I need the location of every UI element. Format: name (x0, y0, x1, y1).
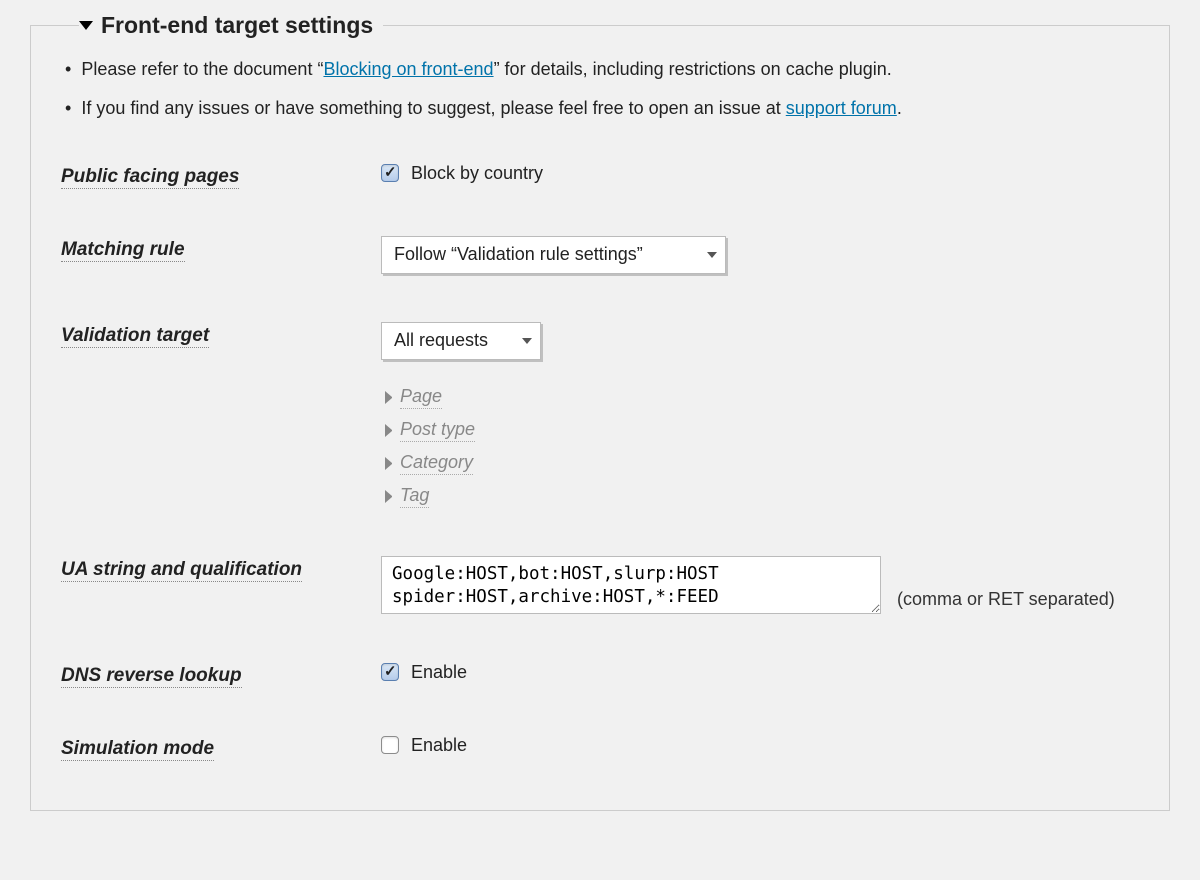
dns-reverse-checkbox-label: Enable (411, 662, 467, 683)
chevron-right-icon (385, 391, 392, 404)
chevron-down-icon (707, 252, 717, 258)
label-text: Simulation mode (61, 738, 214, 761)
support-forum-link[interactable]: support forum (786, 98, 897, 118)
ua-string-textarea-row: (comma or RET separated) (381, 556, 1139, 614)
note-prefix-text: If you find any issues or have something… (81, 98, 785, 118)
panel-title: Front-end target settings (101, 12, 373, 39)
ua-string-textarea[interactable] (381, 556, 881, 614)
panel-body: • Please refer to the document “Blocking… (31, 43, 1169, 810)
chevron-right-icon (385, 457, 392, 470)
blocking-front-end-link[interactable]: Blocking on front-end (323, 59, 493, 79)
validation-target-control: All requests Page Post type Category (381, 322, 1139, 508)
expand-tag[interactable]: Tag (385, 485, 1139, 508)
bullet-icon: • (65, 94, 71, 123)
simulation-checkbox-label: Enable (411, 735, 467, 756)
ua-string-label: UA string and qualification (61, 556, 381, 581)
dns-reverse-row: DNS reverse lookup Enable (61, 662, 1139, 687)
label-text: UA string and qualification (61, 559, 302, 582)
simulation-checkbox[interactable] (381, 736, 399, 754)
dns-reverse-checkbox-wrap: Enable (381, 662, 1139, 683)
matching-rule-control: Follow “Validation rule settings” (381, 236, 1139, 274)
label-text: DNS reverse lookup (61, 665, 242, 688)
bullet-icon: • (65, 55, 71, 84)
note-suffix-text: ” for details, including restrictions on… (494, 59, 892, 79)
validation-target-row: Validation target All requests Page Post… (61, 322, 1139, 508)
panel-header[interactable]: Front-end target settings (79, 12, 383, 39)
block-by-country-checkbox[interactable] (381, 164, 399, 182)
public-facing-control: Block by country (381, 163, 1139, 184)
note-text: Please refer to the document “Blocking o… (81, 55, 891, 84)
dns-reverse-label: DNS reverse lookup (61, 662, 381, 687)
note-prefix-text: Please refer to the document “ (81, 59, 323, 79)
dns-reverse-control: Enable (381, 662, 1139, 683)
block-by-country-checkbox-wrap: Block by country (381, 163, 1139, 184)
expand-post-type[interactable]: Post type (385, 419, 1139, 442)
matching-rule-select[interactable]: Follow “Validation rule settings” (381, 236, 726, 274)
expand-label: Post type (400, 419, 475, 442)
validation-target-select[interactable]: All requests (381, 322, 541, 360)
ua-string-row: UA string and qualification (comma or RE… (61, 556, 1139, 614)
simulation-row: Simulation mode Enable (61, 735, 1139, 760)
ua-string-hint: (comma or RET separated) (897, 589, 1115, 614)
label-text: Public facing pages (61, 166, 239, 189)
ua-string-control: (comma or RET separated) (381, 556, 1139, 614)
chevron-right-icon (385, 490, 392, 503)
front-end-target-settings-panel: Front-end target settings • Please refer… (30, 25, 1170, 811)
note-text: If you find any issues or have something… (81, 94, 902, 123)
public-facing-row: Public facing pages Block by country (61, 163, 1139, 188)
simulation-control: Enable (381, 735, 1139, 756)
select-value: All requests (394, 330, 488, 351)
note-item: • Please refer to the document “Blocking… (61, 55, 1139, 84)
note-suffix-text: . (897, 98, 902, 118)
simulation-label: Simulation mode (61, 735, 381, 760)
chevron-down-icon (522, 338, 532, 344)
label-text: Matching rule (61, 239, 185, 262)
public-facing-label: Public facing pages (61, 163, 381, 188)
expand-label: Category (400, 452, 473, 475)
validation-target-label: Validation target (61, 322, 381, 347)
dns-reverse-checkbox[interactable] (381, 663, 399, 681)
note-item: • If you find any issues or have somethi… (61, 94, 1139, 123)
notes-list: • Please refer to the document “Blocking… (61, 55, 1139, 123)
expand-page[interactable]: Page (385, 386, 1139, 409)
simulation-checkbox-wrap: Enable (381, 735, 1139, 756)
select-value: Follow “Validation rule settings” (394, 244, 643, 265)
expand-category[interactable]: Category (385, 452, 1139, 475)
matching-rule-row: Matching rule Follow “Validation rule se… (61, 236, 1139, 274)
expand-label: Tag (400, 485, 429, 508)
expand-label: Page (400, 386, 442, 409)
block-by-country-checkbox-label: Block by country (411, 163, 543, 184)
label-text: Validation target (61, 325, 209, 348)
matching-rule-label: Matching rule (61, 236, 381, 261)
collapse-icon (79, 21, 93, 30)
validation-target-expand-list: Page Post type Category Tag (381, 386, 1139, 508)
chevron-right-icon (385, 424, 392, 437)
